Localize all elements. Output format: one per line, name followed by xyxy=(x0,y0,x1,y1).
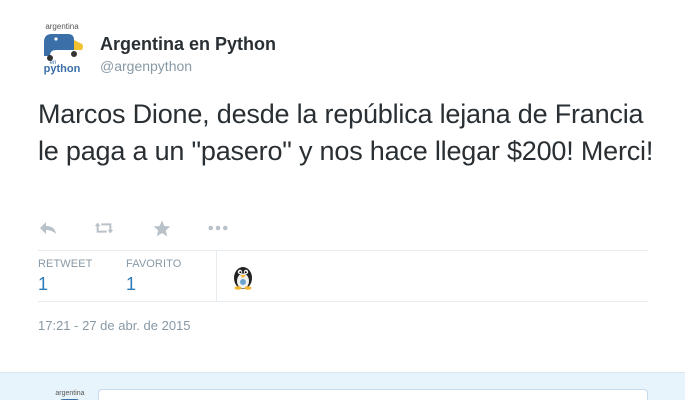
favoriter-avatar[interactable] xyxy=(231,264,255,290)
penguin-avatar-icon xyxy=(234,267,252,290)
star-icon xyxy=(153,220,171,236)
favorite-label: FAVORITO xyxy=(126,258,182,270)
tweet-card: argentina en python Argentina en Python … xyxy=(0,0,685,372)
more-icon xyxy=(208,225,228,231)
favorite-count[interactable]: 1 xyxy=(126,274,181,295)
more-button[interactable] xyxy=(208,218,228,238)
reply-button[interactable] xyxy=(38,218,58,238)
tweet-timestamp[interactable]: 17:21 - 27 de abr. de 2015 xyxy=(38,318,191,333)
reply-logo-text: argentina xyxy=(55,390,84,397)
stats-divider xyxy=(216,251,217,302)
retweet-icon xyxy=(94,222,114,234)
retweet-button[interactable] xyxy=(94,218,114,238)
favorite-button[interactable] xyxy=(152,218,172,238)
favorite-stat[interactable]: FAVORITO 1 xyxy=(126,258,181,295)
user-display-name[interactable]: Argentina en Python xyxy=(100,34,276,55)
argentina-en-python-small-logo: argentina xyxy=(55,390,85,400)
logo-text-argentina: argentina xyxy=(45,22,79,31)
reply-icon xyxy=(40,222,56,234)
reply-input[interactable] xyxy=(98,389,648,400)
reply-user-avatar: argentina xyxy=(52,387,88,400)
user-handle[interactable]: @argenpython xyxy=(100,58,192,74)
retweet-label: RETWEET xyxy=(38,258,93,270)
argentina-en-python-logo: argentina en python xyxy=(44,22,83,75)
user-avatar[interactable]: argentina en python xyxy=(36,20,88,76)
logo-text-python: python xyxy=(44,63,81,75)
reply-area: argentina xyxy=(0,372,685,400)
retweet-count[interactable]: 1 xyxy=(38,274,92,295)
tweet-stats: RETWEET 1 FAVORITO 1 xyxy=(38,250,648,302)
tweet-text: Marcos Dione, desde la república lejana … xyxy=(38,99,654,166)
retweet-stat[interactable]: RETWEET 1 xyxy=(38,258,92,295)
